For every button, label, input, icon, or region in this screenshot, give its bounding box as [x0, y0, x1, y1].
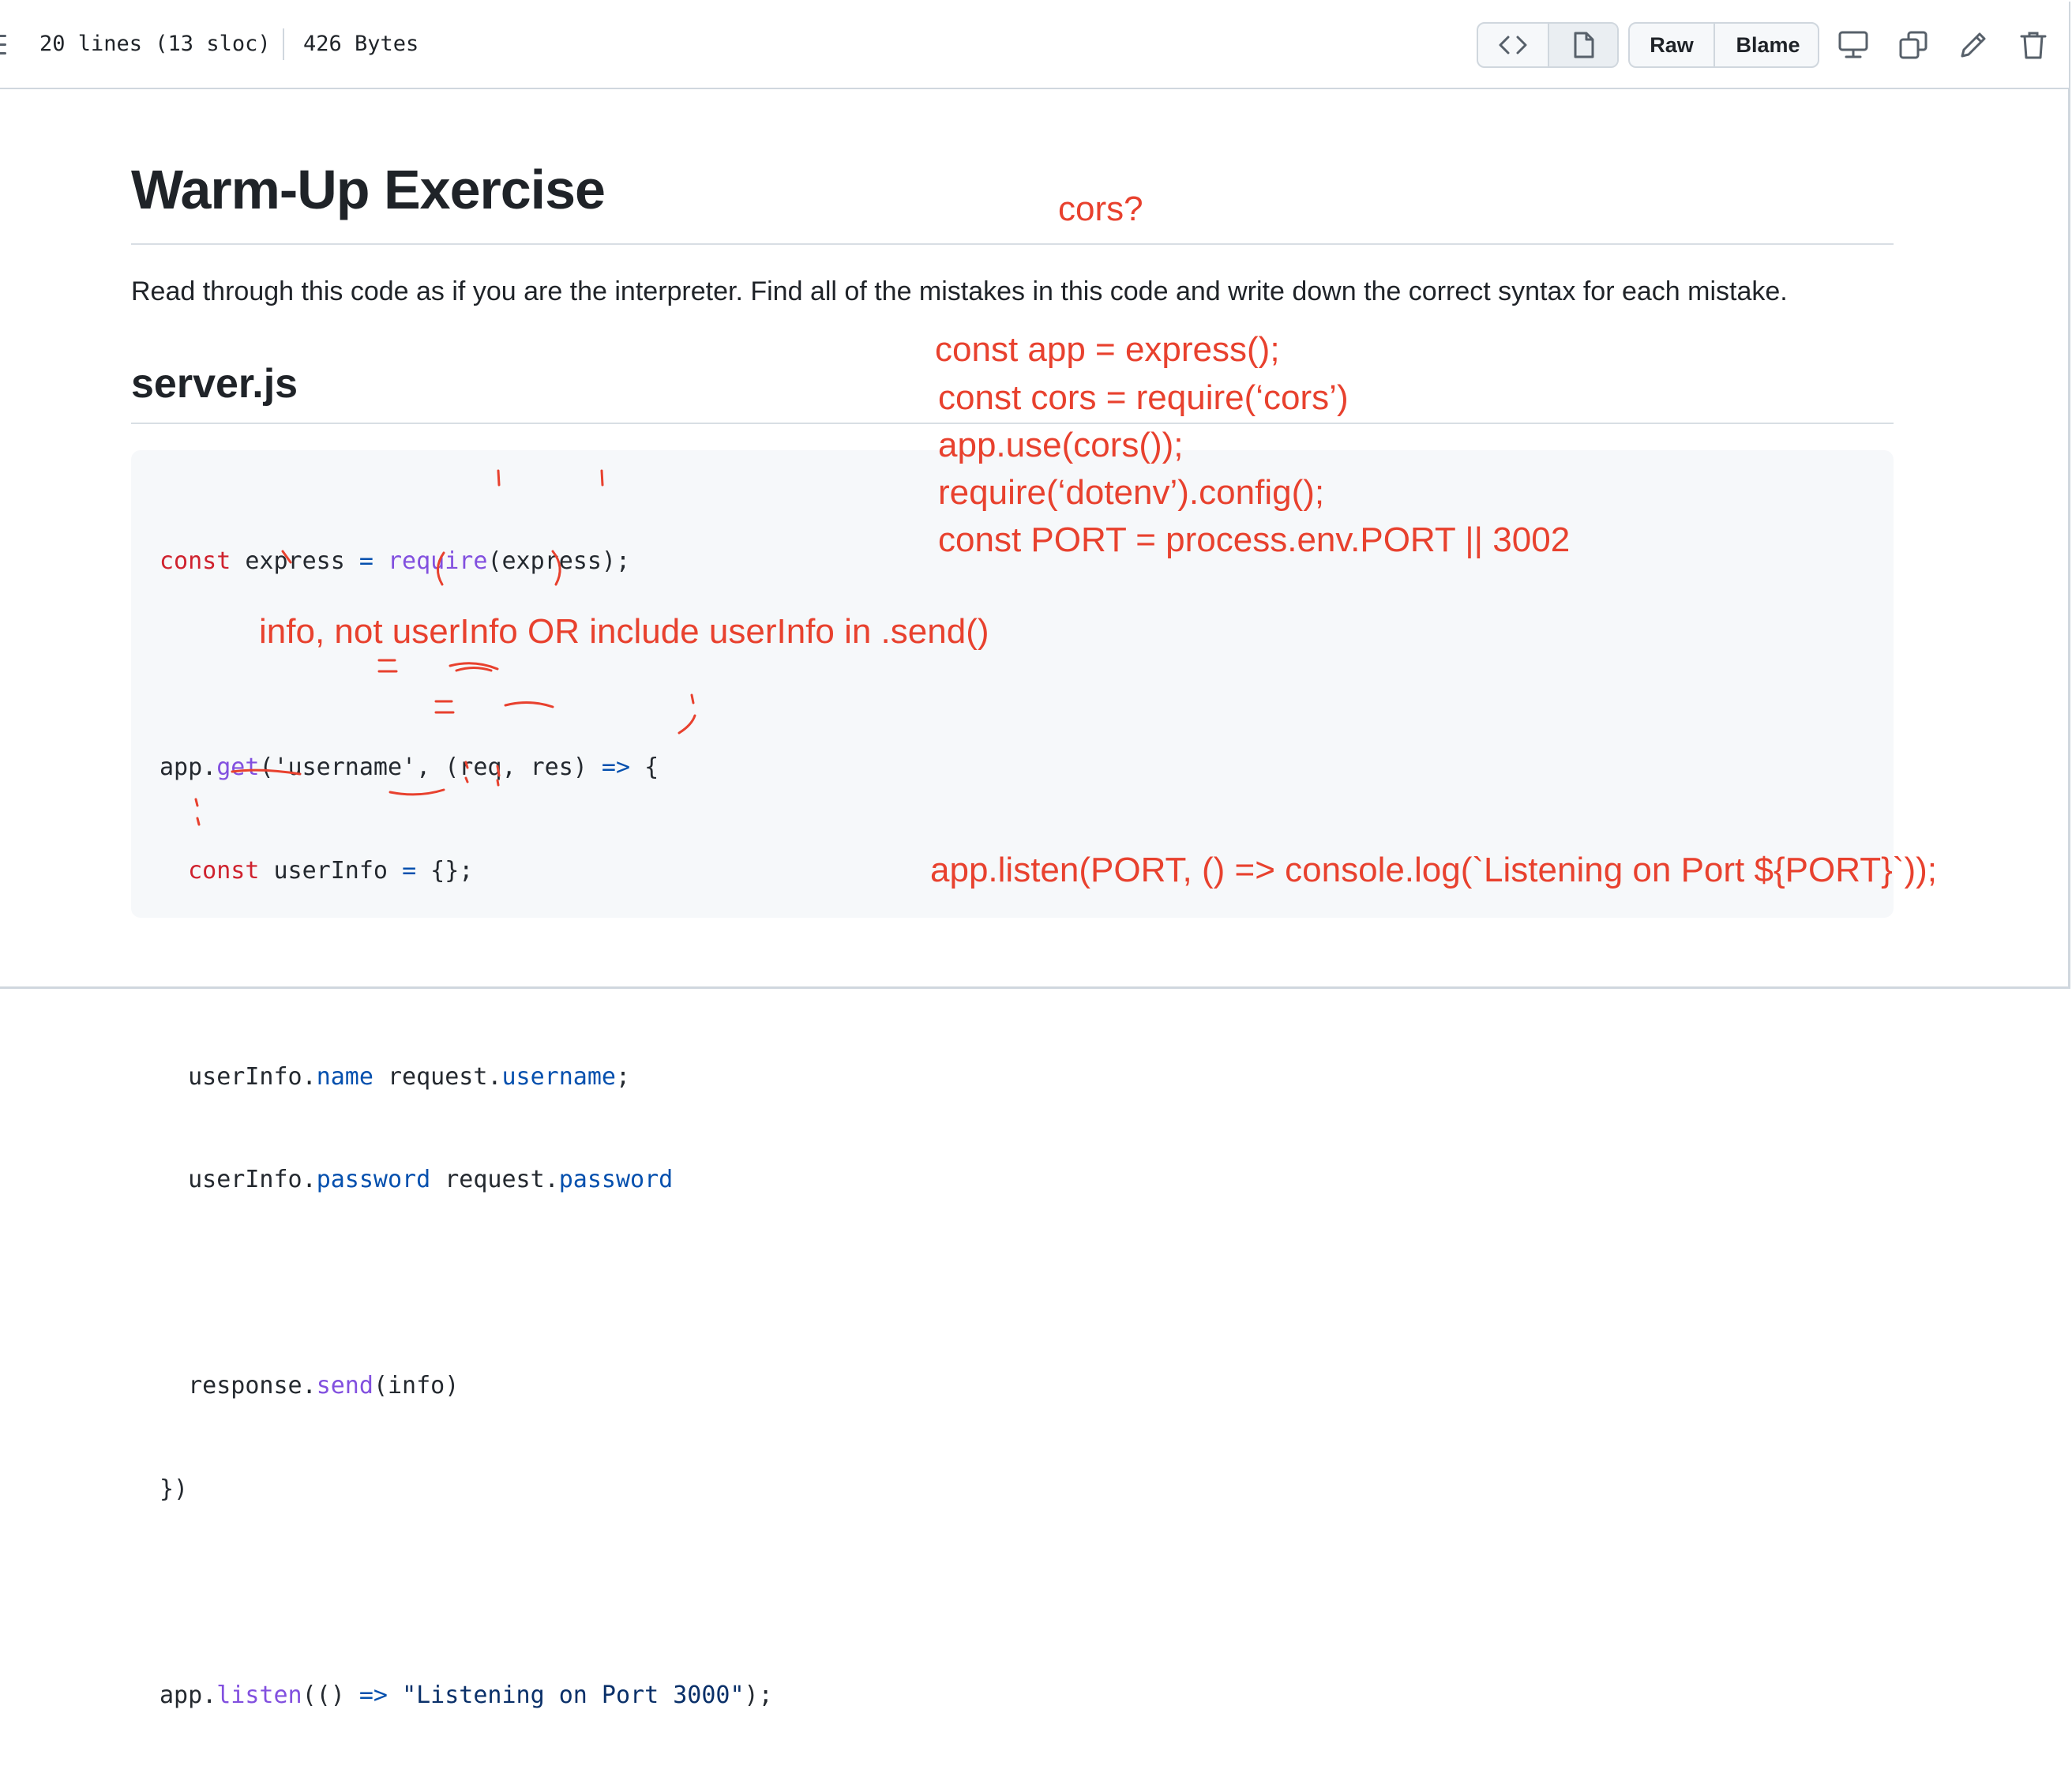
menu-icon[interactable] [0, 35, 6, 55]
file-icon [1574, 32, 1594, 58]
code-line: }) [160, 1475, 189, 1503]
file-size: 426 Bytes [303, 32, 419, 56]
blame-button[interactable]: Blame [1714, 24, 1818, 66]
annotation-fix: const app = express(); [935, 330, 1280, 369]
annotation-fix: const PORT = process.env.PORT || 3002 [938, 520, 1571, 559]
line-count: 20 lines (13 sloc) [39, 32, 271, 56]
raw-blame-group: Raw Blame [1628, 22, 1819, 68]
divider [283, 28, 284, 60]
description: Read through this code as if you are the… [131, 276, 1788, 306]
preview-view-button[interactable] [1548, 24, 1617, 66]
annotation-info-note: info, not userInfo OR include userInfo i… [259, 612, 989, 651]
pencil-icon[interactable] [1954, 25, 1993, 65]
code-line: userInfo.name request.username; [160, 1062, 631, 1091]
code-line: const express = require(express); [160, 547, 631, 575]
annotation-fix: app.use(cors()); [938, 426, 1184, 464]
title-divider [131, 243, 1894, 245]
annotation-fix: require(‘dotenv’).config(); [938, 473, 1325, 512]
code-content: const express = require(express); app.ge… [160, 475, 773, 1781]
code-line: userInfo.password request.password [160, 1166, 674, 1193]
copy-icon[interactable] [1894, 25, 1933, 65]
code-line: const userInfo = {}; [188, 856, 474, 885]
raw-button[interactable]: Raw [1630, 24, 1714, 66]
section-divider [131, 423, 1894, 424]
file-header: 20 lines (13 sloc) 426 Bytes Raw Blame [0, 2, 2069, 89]
code-view-button[interactable] [1478, 24, 1548, 66]
code-icon [1499, 36, 1527, 54]
code-line: app.listen(() => "Listening on Port 3000… [160, 1681, 773, 1709]
desktop-icon[interactable] [1834, 25, 1873, 65]
annotation-listen-fix: app.listen(PORT, () => console.log(`List… [930, 851, 1937, 889]
view-toggle [1477, 22, 1619, 68]
code-line: app.get('username', (req, res) => { [160, 753, 659, 781]
section-heading: server.js [131, 361, 298, 407]
code-line: response.send(info) [160, 1372, 460, 1400]
trash-icon[interactable] [2014, 25, 2053, 65]
annotation-cors-question: cors? [1058, 190, 1143, 228]
annotation-fix: const cors = require(‘cors’) [938, 378, 1349, 417]
page-title: Warm-Up Exercise [131, 159, 606, 220]
